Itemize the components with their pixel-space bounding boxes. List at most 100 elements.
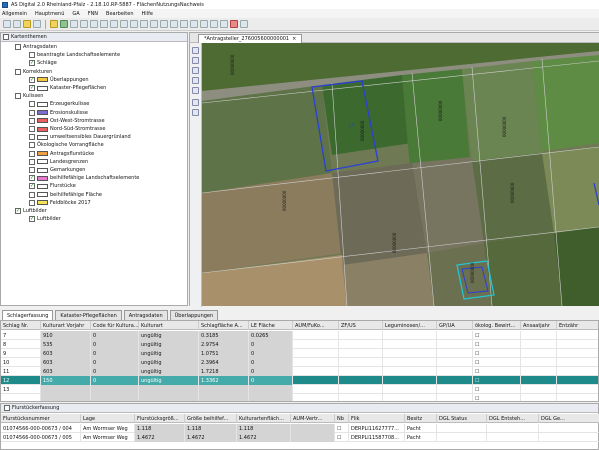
table-cell[interactable]: ☐ (473, 340, 521, 349)
table-cell[interactable] (557, 340, 598, 349)
column-header[interactable]: Nb (335, 414, 349, 423)
table-cell[interactable]: 13 (1, 385, 41, 394)
column-header[interactable]: Kulturart Vorjahr (41, 321, 91, 330)
table-cell[interactable]: Pacht (405, 433, 437, 442)
list-icon[interactable] (33, 20, 41, 28)
layer-item[interactable]: Gemarkungen (29, 166, 85, 174)
table-cell[interactable] (339, 394, 383, 401)
table-cell[interactable] (291, 433, 335, 442)
pointer-icon[interactable] (80, 20, 88, 28)
table-cell[interactable] (339, 340, 383, 349)
table-cell[interactable]: 0 (91, 349, 139, 358)
layer-item[interactable]: ✓ beihilfefähige Landschaftselemente (29, 174, 139, 182)
table-cell[interactable]: 0 (91, 376, 139, 385)
arrow-right-icon[interactable] (60, 20, 68, 28)
layer-checkbox[interactable]: ✓ (15, 208, 21, 214)
layer-checkbox[interactable] (29, 142, 35, 149)
table-row[interactable]: 12 150 0 ungültig 1.3362 0 ☐ (1, 376, 598, 385)
layer-item[interactable]: Nord-Süd-Stromtrasse (29, 125, 105, 133)
table-cell[interactable]: ☐ (473, 376, 521, 385)
table-cell[interactable]: 1.4672 (135, 433, 185, 442)
table-cell[interactable]: Am Wormser Weg (81, 424, 135, 433)
layer-checkbox[interactable]: ✓ (29, 85, 35, 91)
table-row[interactable]: 10 603 0 ungültig 2.3964 0 ☐ (1, 358, 598, 367)
table-cell[interactable]: 1.4672 (237, 433, 291, 442)
table-cell[interactable] (383, 349, 437, 358)
table-row[interactable]: 8 535 0 ungültig 2.9754 0 ☐ (1, 340, 598, 349)
table-cell[interactable] (437, 367, 473, 376)
column-header[interactable]: Entzähr (557, 321, 598, 330)
table-cell[interactable] (539, 433, 599, 442)
table-cell[interactable] (557, 331, 598, 340)
column-header[interactable]: Lage (81, 414, 135, 423)
table-cell[interactable] (437, 349, 473, 358)
table-cell[interactable] (557, 385, 598, 394)
table-cell[interactable] (199, 394, 249, 401)
table-cell[interactable] (437, 376, 473, 385)
forward-icon[interactable] (13, 20, 21, 28)
table-cell[interactable]: 0 (249, 376, 293, 385)
table-row[interactable]: 9 603 0 ungültig 1.0751 0 ☐ (1, 349, 598, 358)
table-cell[interactable]: ungültig (139, 340, 199, 349)
zoom-out-icon[interactable] (100, 20, 108, 28)
table-cell[interactable] (291, 424, 335, 433)
layer-item[interactable]: Feldblöcke 2017 (29, 199, 91, 207)
table-cell[interactable] (437, 394, 473, 401)
layer-checkbox[interactable] (15, 93, 21, 100)
layer-checkbox[interactable] (29, 117, 35, 124)
ruler-icon[interactable] (120, 20, 128, 28)
column-header[interactable]: Schlag Nr. (1, 321, 41, 330)
table-cell[interactable]: 1.7218 (199, 367, 249, 376)
column-header[interactable]: Code für Kultura... (91, 321, 139, 330)
table-cell[interactable] (139, 385, 199, 394)
table-cell[interactable] (437, 424, 487, 433)
table-row[interactable]: 11 603 0 ungültig 1.7218 0 ☐ (1, 367, 598, 376)
layer-checkbox[interactable] (29, 101, 35, 108)
settings-icon[interactable] (240, 20, 248, 28)
column-header[interactable]: DGL Entsteh... (487, 414, 539, 423)
table-cell[interactable]: 01074566-000-00673 / 005 (1, 433, 81, 442)
layer-item[interactable]: Erzeugerkulisse (29, 100, 89, 108)
zoom-in-icon[interactable] (90, 20, 98, 28)
table-cell[interactable]: DERPLI11627777... (349, 424, 405, 433)
layer-checkbox[interactable] (15, 68, 21, 75)
layer-item[interactable]: ✓ Kataster-Pflegeflächen (29, 84, 106, 92)
column-header[interactable]: Flurstücksgröß... (135, 414, 185, 423)
cut-icon[interactable] (170, 20, 178, 28)
table-cell[interactable] (249, 394, 293, 401)
zoom-in-icon[interactable] (192, 57, 199, 64)
layers-icon[interactable] (190, 20, 198, 28)
layer-checkbox[interactable]: ✓ (29, 60, 35, 67)
table-cell[interactable] (339, 385, 383, 394)
layer-item[interactable]: Ökologische Vorrangfläche (29, 141, 104, 149)
table-cell[interactable] (383, 340, 437, 349)
layer-item[interactable]: ✓ Schläge (29, 59, 57, 67)
print-icon[interactable] (200, 20, 208, 28)
layer-checkbox[interactable]: ✓ (29, 175, 35, 182)
table-cell[interactable]: 603 (41, 358, 91, 367)
column-header[interactable]: ökolog. Bewirt... (473, 321, 521, 330)
table-cell[interactable] (383, 394, 437, 401)
menu-fnn[interactable]: FNN (88, 11, 98, 17)
table-cell[interactable] (557, 367, 598, 376)
table-cell[interactable]: 1.118 (237, 424, 291, 433)
tab-antragsdaten[interactable]: Antragsdaten (123, 310, 168, 320)
menu-hauptmenue[interactable]: Hauptmenü (35, 11, 64, 17)
layer-checkbox[interactable] (29, 126, 35, 132)
check-icon[interactable] (220, 20, 228, 28)
table-cell[interactable] (557, 349, 598, 358)
menu-ga[interactable]: GA (72, 11, 79, 17)
table-cell[interactable]: 0.3185 (199, 331, 249, 340)
pan-icon[interactable] (192, 47, 199, 54)
table-cell[interactable] (383, 376, 437, 385)
table-cell[interactable]: ☐ (473, 367, 521, 376)
table-cell[interactable] (557, 394, 598, 401)
table-cell[interactable]: 2.3964 (199, 358, 249, 367)
table-cell[interactable]: ☐ (473, 394, 521, 401)
table-cell[interactable] (293, 367, 339, 376)
table-cell[interactable]: ☐ (335, 433, 349, 442)
table-cell[interactable] (487, 433, 539, 442)
table-cell[interactable] (293, 394, 339, 401)
table-cell[interactable]: 535 (41, 340, 91, 349)
table-cell[interactable]: 0 (249, 340, 293, 349)
